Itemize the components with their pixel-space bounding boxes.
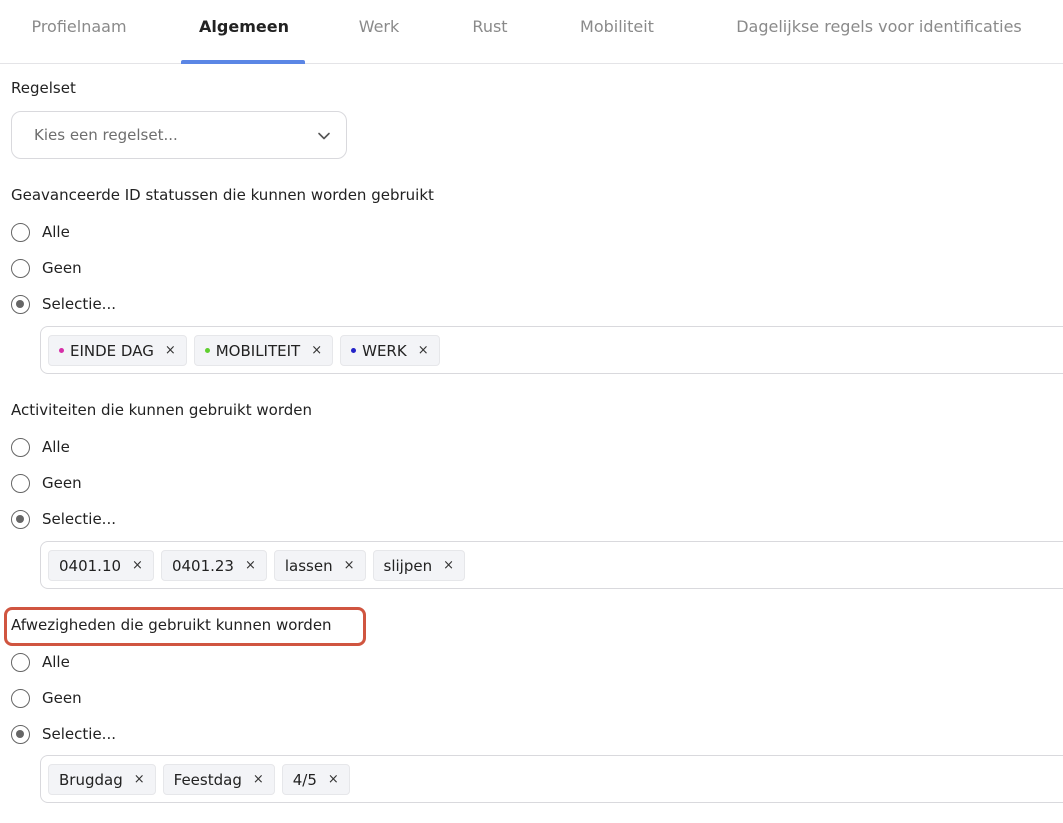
tag-label: Feestdag xyxy=(173,770,242,789)
remove-tag-icon[interactable]: × xyxy=(344,558,355,573)
remove-tag-icon[interactable]: × xyxy=(245,558,256,573)
tag-slijpen: slijpen × xyxy=(372,550,465,581)
tab-mobiliteit[interactable]: Mobiliteit xyxy=(572,0,662,63)
radio-label: Geen xyxy=(42,259,82,277)
tab-bar: Profielnaam Algemeen Werk Rust Mobilitei… xyxy=(0,0,1063,64)
tag-0401-10: 0401.10 × xyxy=(48,550,154,581)
radio-label: Alle xyxy=(42,223,70,241)
radio-circle[interactable] xyxy=(11,258,30,278)
radio-activiteiten-geen[interactable]: Geen xyxy=(11,472,82,494)
tag-werk: WERK × xyxy=(340,335,440,366)
radio-circle[interactable] xyxy=(11,437,30,457)
radio-circle-checked[interactable] xyxy=(11,294,30,314)
tag-4-5: 4/5 × xyxy=(281,764,350,795)
radio-label: Alle xyxy=(42,438,70,456)
remove-tag-icon[interactable]: × xyxy=(253,772,264,787)
tag-label: 0401.23 xyxy=(171,556,234,575)
radio-afwezigheden-alle[interactable]: Alle xyxy=(11,651,70,673)
radio-label: Selectie... xyxy=(42,510,116,528)
remove-tag-icon[interactable]: × xyxy=(418,343,429,358)
tag-einde-dag: EINDE DAG × xyxy=(48,335,187,366)
tag-list: 0401.10 × 0401.23 × lassen × slijpen × xyxy=(48,550,465,581)
activiteiten-tag-input[interactable]: 0401.10 × 0401.23 × lassen × slijpen × xyxy=(40,541,1063,589)
status-dot-icon xyxy=(59,348,64,353)
section-label-id-statussen: Geavanceerde ID statussen die kunnen wor… xyxy=(11,186,434,204)
remove-tag-icon[interactable]: × xyxy=(311,343,322,358)
status-dot-icon xyxy=(351,348,357,353)
tag-label: 0401.10 xyxy=(59,556,122,575)
radio-label: Geen xyxy=(42,689,82,707)
remove-tag-icon[interactable]: × xyxy=(132,558,143,573)
tab-algemeen[interactable]: Algemeen xyxy=(186,0,302,63)
radio-circle[interactable] xyxy=(11,222,30,242)
tag-0401-23: 0401.23 × xyxy=(160,550,267,581)
remove-tag-icon[interactable]: × xyxy=(443,558,454,573)
tag-feestdag: Feestdag × xyxy=(162,764,275,795)
radio-label: Alle xyxy=(42,653,70,671)
tab-rust[interactable]: Rust xyxy=(461,0,519,63)
tag-label: 4/5 xyxy=(292,770,317,789)
radio-activiteiten-selectie[interactable]: Selectie... xyxy=(11,508,116,530)
tag-label: WERK xyxy=(362,341,407,360)
tab-dagelijkse-regels[interactable]: Dagelijkse regels voor identificaties xyxy=(722,0,1036,63)
tag-list: Brugdag × Feestdag × 4/5 × xyxy=(48,764,350,795)
radio-label: Selectie... xyxy=(42,725,116,743)
tag-label: EINDE DAG xyxy=(70,341,154,360)
radio-circle[interactable] xyxy=(11,688,30,708)
chevron-down-icon xyxy=(318,132,330,140)
radio-afwezigheden-geen[interactable]: Geen xyxy=(11,687,82,709)
radio-id-statussen-selectie[interactable]: Selectie... xyxy=(11,293,116,315)
radio-circle-checked[interactable] xyxy=(11,509,30,529)
tag-mobiliteit: MOBILITEIT × xyxy=(193,335,334,366)
radio-activiteiten-alle[interactable]: Alle xyxy=(11,436,70,458)
afwezigheden-tag-input[interactable]: Brugdag × Feestdag × 4/5 × xyxy=(40,755,1063,803)
active-tab-indicator xyxy=(181,60,305,64)
tab-werk[interactable]: Werk xyxy=(348,0,410,63)
ruleset-select[interactable]: Kies een regelset... xyxy=(11,111,347,159)
id-statussen-tag-input[interactable]: EINDE DAG × MOBILITEIT × WERK × xyxy=(40,326,1063,374)
radio-label: Selectie... xyxy=(42,295,116,313)
tag-label: Brugdag xyxy=(59,770,123,789)
ruleset-placeholder: Kies een regelset... xyxy=(34,126,178,144)
radio-id-statussen-alle[interactable]: Alle xyxy=(11,221,70,243)
tag-list: EINDE DAG × MOBILITEIT × WERK × xyxy=(48,335,440,366)
tab-profielnaam[interactable]: Profielnaam xyxy=(26,0,132,63)
tag-label: MOBILITEIT xyxy=(215,341,301,360)
radio-circle[interactable] xyxy=(11,652,30,672)
remove-tag-icon[interactable]: × xyxy=(134,772,145,787)
status-dot-icon xyxy=(204,348,210,353)
tag-label: lassen xyxy=(284,556,333,575)
tag-label: slijpen xyxy=(383,556,433,575)
ruleset-label: Regelset xyxy=(11,79,76,97)
radio-circle-checked[interactable] xyxy=(11,724,30,744)
radio-circle[interactable] xyxy=(11,473,30,493)
radio-id-statussen-geen[interactable]: Geen xyxy=(11,257,82,279)
remove-tag-icon[interactable]: × xyxy=(328,772,339,787)
remove-tag-icon[interactable]: × xyxy=(165,343,176,358)
section-label-activiteiten: Activiteiten die kunnen gebruikt worden xyxy=(11,401,312,419)
tag-brugdag: Brugdag × xyxy=(48,764,156,795)
tag-lassen: lassen × xyxy=(273,550,366,581)
radio-afwezigheden-selectie[interactable]: Selectie... xyxy=(11,723,116,745)
section-label-afwezigheden: Afwezigheden die gebruikt kunnen worden xyxy=(11,616,332,634)
radio-label: Geen xyxy=(42,474,82,492)
